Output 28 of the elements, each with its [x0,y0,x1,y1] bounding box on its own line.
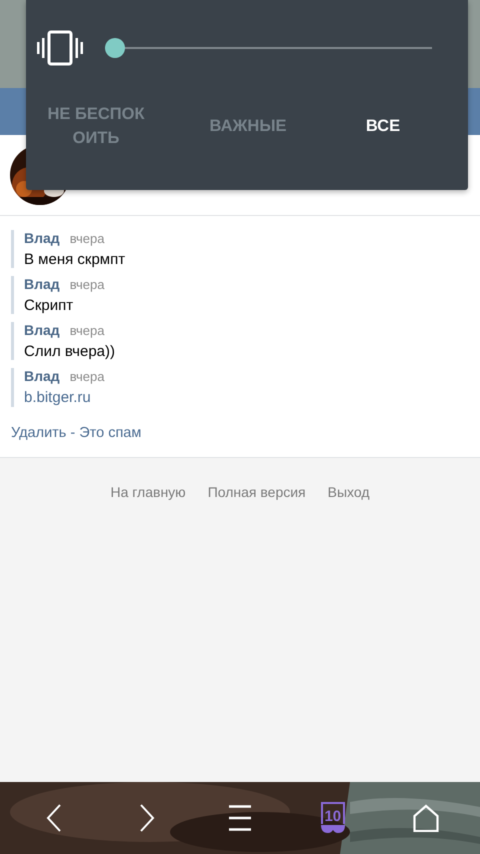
message-text: Скрипт [24,297,74,314]
author-name[interactable]: Влад [24,322,60,338]
message-time: вчера [70,277,104,292]
volume-slider[interactable] [105,38,432,58]
author-name[interactable]: Влад [24,276,60,292]
spam-link[interactable]: Это спам [79,425,142,441]
tabs-button[interactable]: 10 [308,796,357,840]
message-time: вчера [70,323,104,338]
message-text: Слил вчера)) [24,343,116,360]
vibrate-icon [35,30,85,66]
message-time: вчера [70,369,104,384]
message-link[interactable]: b.bitger.ru [24,389,91,406]
home-icon [412,804,439,832]
chevron-left-icon [46,804,62,832]
author-name[interactable]: Влад [24,230,60,246]
footer-link[interactable]: На главную [110,484,186,500]
mask-icon [320,824,346,834]
delete-link[interactable]: Удалить [11,425,66,441]
menu-icon [228,805,251,831]
mode-tab[interactable]: ВСЕ [348,102,418,150]
footer-link[interactable]: Полная версия [208,484,306,500]
author-name[interactable]: Влад [24,368,60,384]
message-text: В меня скрмпт [24,251,126,268]
chevron-right-icon [139,804,156,832]
separator-text: - [70,425,76,441]
footer-link[interactable]: Выход [328,484,370,500]
message-time: вчера [70,231,104,246]
slider-handle[interactable] [105,38,125,58]
